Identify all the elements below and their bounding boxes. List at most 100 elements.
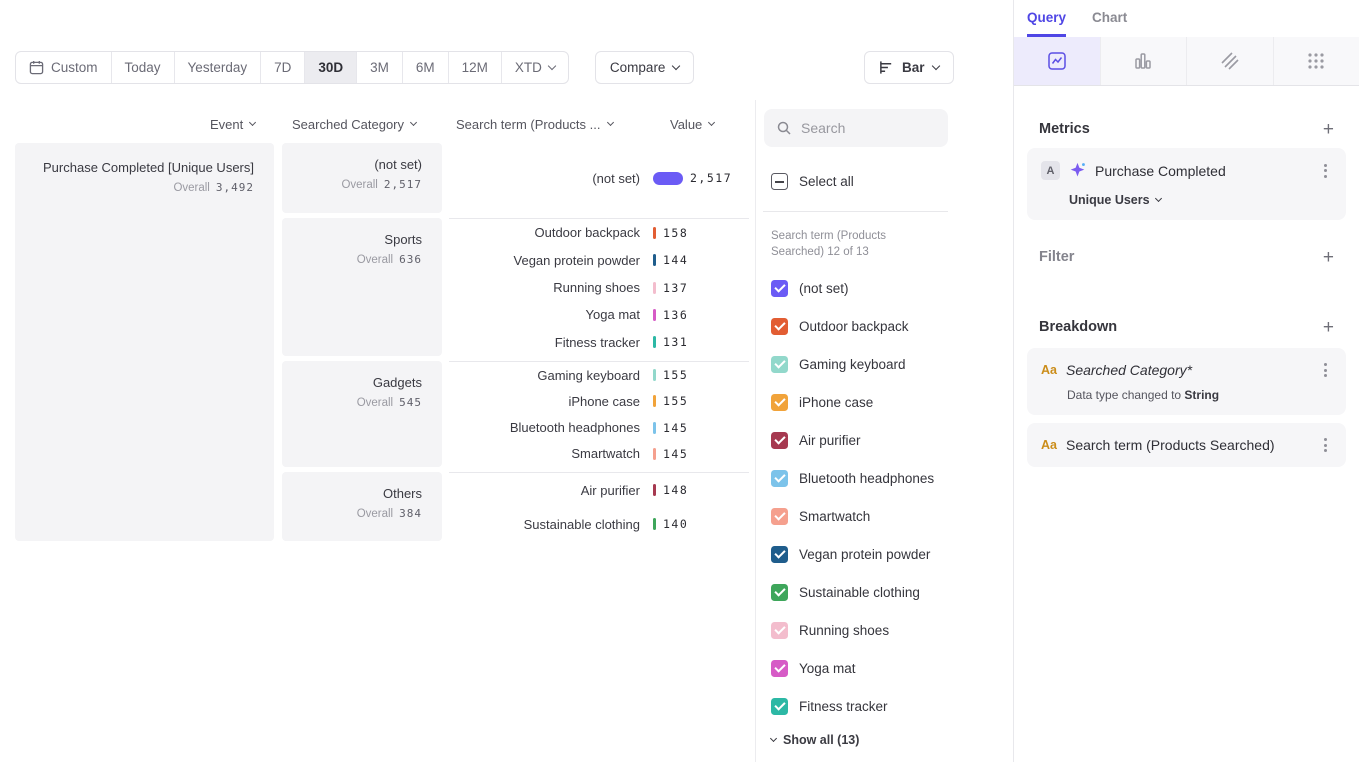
category-cell-sports[interactable]: Sports Overall636	[282, 218, 442, 356]
value-bar	[653, 227, 656, 239]
custom-date-button[interactable]: Custom	[16, 52, 112, 83]
query-builder: Metrics + A Purchase Completed Unique Us…	[1014, 86, 1359, 467]
table-row[interactable]: Bluetooth headphones 145	[449, 415, 749, 441]
breakdown-card-searched-category[interactable]: Aa Searched Category* Data type changed …	[1027, 348, 1346, 415]
table-row[interactable]: Outdoor backpack 158	[449, 219, 749, 246]
legend-item[interactable]: Smartwatch	[771, 497, 1001, 535]
toolbar: Custom Today Yesterday 7D 30D 3M 6M 12M …	[15, 51, 694, 84]
range-today[interactable]: Today	[112, 52, 175, 83]
legend-item[interactable]: Outdoor backpack	[771, 307, 1001, 345]
column-header-searched-category[interactable]: Searched Category	[292, 117, 416, 132]
select-all-row[interactable]: Select all	[771, 173, 854, 190]
legend-item[interactable]: Sustainable clothing	[771, 573, 1001, 611]
legend-item[interactable]: Vegan protein powder	[771, 535, 1001, 573]
compare-button[interactable]: Compare	[595, 51, 695, 84]
legend-item[interactable]: Air purifier	[771, 421, 1001, 459]
select-all-checkbox[interactable]	[771, 173, 788, 190]
category-cell-not-set[interactable]: (not set) Overall2,517	[282, 143, 442, 213]
metric-name: Purchase Completed	[1095, 163, 1226, 179]
aggregation-dropdown[interactable]: Unique Users	[1041, 193, 1332, 207]
value-bar	[653, 448, 656, 460]
dots-grid-icon	[1306, 51, 1326, 71]
table-row[interactable]: Running shoes 137	[449, 274, 749, 301]
table-row[interactable]: Sustainable clothing 140	[449, 507, 749, 541]
category-cell-others[interactable]: Others Overall384	[282, 472, 442, 541]
legend-item[interactable]: Fitness tracker	[771, 687, 1001, 725]
breakdown-name: Search term (Products Searched)	[1066, 437, 1275, 453]
filter-header: Filter +	[1027, 248, 1346, 266]
string-type-icon: Aa	[1041, 438, 1057, 452]
series-checkbox[interactable]	[771, 508, 788, 525]
value-bar	[653, 484, 656, 496]
chevron-down-icon	[606, 119, 613, 126]
series-checkbox[interactable]	[771, 622, 788, 639]
add-metric-button[interactable]: +	[1323, 120, 1334, 139]
event-cell[interactable]: Purchase Completed [Unique Users] Overal…	[15, 143, 274, 541]
legend-item[interactable]: Yoga mat	[771, 649, 1001, 687]
chevron-down-icon	[1155, 194, 1162, 201]
table-row[interactable]: iPhone case 155	[449, 388, 749, 414]
legend-item[interactable]: Running shoes	[771, 611, 1001, 649]
breakdown-header: Breakdown +	[1027, 318, 1346, 336]
table-row[interactable]: (not set) 2,517	[449, 143, 749, 213]
search-input[interactable]	[801, 120, 931, 136]
metric-card[interactable]: A Purchase Completed Unique Users	[1027, 148, 1346, 220]
range-12m[interactable]: 12M	[449, 52, 502, 83]
range-3m[interactable]: 3M	[357, 52, 403, 83]
series-checkbox[interactable]	[771, 356, 788, 373]
range-xtd[interactable]: XTD	[502, 52, 568, 83]
data-type-note: Data type changed to String	[1041, 388, 1332, 402]
chevron-down-icon	[708, 119, 715, 126]
column-header-value[interactable]: Value	[670, 117, 714, 132]
legend-item[interactable]: iPhone case	[771, 383, 1001, 421]
show-all-link[interactable]: Show all (13)	[771, 733, 859, 747]
event-sparkle-icon	[1069, 162, 1086, 179]
legend-item[interactable]: (not set)	[771, 269, 1001, 307]
series-checkbox[interactable]	[771, 698, 788, 715]
series-checkbox[interactable]	[771, 546, 788, 563]
range-6m[interactable]: 6M	[403, 52, 449, 83]
legend-item[interactable]: Bluetooth headphones	[771, 459, 1001, 497]
rows-group-gadgets: Gaming keyboard 155 iPhone case 155 Blue…	[449, 361, 749, 467]
range-yesterday[interactable]: Yesterday	[175, 52, 262, 83]
column-header-event[interactable]: Event	[210, 117, 255, 132]
add-breakdown-button[interactable]: +	[1323, 318, 1334, 337]
chart-type-button[interactable]: Bar	[864, 51, 954, 84]
table-row[interactable]: Smartwatch 145	[449, 441, 749, 467]
event-name: Purchase Completed [Unique Users]	[15, 160, 254, 175]
value-bar	[653, 369, 656, 381]
category-cell-gadgets[interactable]: Gadgets Overall545	[282, 361, 442, 467]
table-row[interactable]: Yoga mat 136	[449, 301, 749, 328]
kebab-menu-icon[interactable]	[1318, 361, 1332, 379]
kebab-menu-icon[interactable]	[1318, 162, 1332, 180]
tab-insights[interactable]	[1014, 37, 1101, 85]
series-checkbox[interactable]	[771, 470, 788, 487]
series-checkbox[interactable]	[771, 394, 788, 411]
tab-chart[interactable]: Chart	[1092, 10, 1127, 37]
tab-segmentation[interactable]	[1274, 37, 1359, 85]
range-30d-active[interactable]: 30D	[305, 52, 357, 83]
tab-query[interactable]: Query	[1027, 10, 1066, 37]
value-bar	[653, 336, 656, 348]
table-row[interactable]: Vegan protein powder 144	[449, 246, 749, 273]
breakdown-card-search-term[interactable]: Aa Search term (Products Searched)	[1027, 423, 1346, 467]
kebab-menu-icon[interactable]	[1318, 436, 1332, 454]
series-checkbox[interactable]	[771, 318, 788, 335]
table-row[interactable]: Fitness tracker 131	[449, 329, 749, 356]
legend-item[interactable]: Gaming keyboard	[771, 345, 1001, 383]
value-bar	[653, 518, 656, 530]
legend-search[interactable]	[764, 109, 948, 147]
series-checkbox[interactable]	[771, 584, 788, 601]
value-bar	[653, 309, 656, 321]
table-row[interactable]: Gaming keyboard 155	[449, 362, 749, 388]
series-checkbox[interactable]	[771, 280, 788, 297]
table-row[interactable]: Air purifier 148	[449, 473, 749, 507]
series-checkbox[interactable]	[771, 432, 788, 449]
add-filter-button[interactable]: +	[1323, 248, 1334, 267]
tab-retention[interactable]	[1187, 37, 1274, 85]
bar-chart-icon	[1133, 51, 1153, 71]
column-header-search-term[interactable]: Search term (Products ...	[456, 117, 613, 132]
range-7d[interactable]: 7D	[261, 52, 305, 83]
tab-funnels[interactable]	[1101, 37, 1188, 85]
series-checkbox[interactable]	[771, 660, 788, 677]
